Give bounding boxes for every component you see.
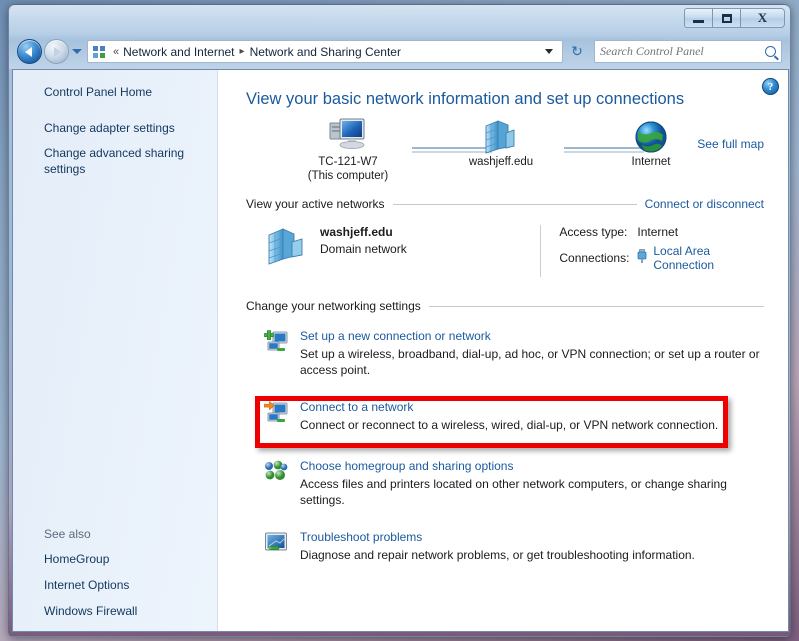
maximize-button[interactable] xyxy=(712,8,741,28)
detail-row-access-type: Access type: Internet xyxy=(559,225,764,239)
troubleshoot-icon xyxy=(264,530,290,563)
breadcrumb-dropdown-icon[interactable] xyxy=(545,49,553,54)
network-node-label: Internet xyxy=(631,156,671,168)
network-node-label: TC-121-W7 xyxy=(318,156,378,168)
breadcrumb-item-network-and-internet[interactable]: Network and Internet xyxy=(123,45,234,59)
main-content: ? View your basic network information an… xyxy=(218,70,788,631)
breadcrumb-item-network-and-sharing-center[interactable]: Network and Sharing Center xyxy=(250,45,401,59)
divider xyxy=(392,203,637,205)
active-network-icon xyxy=(264,225,308,277)
active-network-type: Domain network xyxy=(320,242,407,256)
sidebar: Control Panel Home Change adapter settin… xyxy=(13,70,218,631)
setting-title[interactable]: Troubleshoot problems xyxy=(300,530,695,544)
divider xyxy=(428,305,764,307)
active-networks-heading: View your active networks xyxy=(246,197,385,211)
homegroup-icon xyxy=(264,459,290,508)
network-node-sublabel: (This computer) xyxy=(307,170,389,182)
setting-description: Connect or reconnect to a wireless, wire… xyxy=(300,418,719,432)
back-button[interactable] xyxy=(17,39,42,64)
sidebar-item-change-adapter-settings[interactable]: Change adapter settings xyxy=(44,120,204,136)
forward-arrow-icon xyxy=(54,46,61,57)
active-networks-heading-row: View your active networks Connect or dis… xyxy=(246,197,764,211)
access-type-label: Access type: xyxy=(559,225,628,239)
globe-icon xyxy=(591,115,711,155)
breadcrumb-bar[interactable]: « Network and Internet ▸ Network and Sha… xyxy=(87,40,563,63)
setting-description: Set up a wireless, broadband, dial-up, a… xyxy=(300,347,760,377)
network-node-internet[interactable]: Internet xyxy=(591,115,711,169)
breadcrumb-separator-icon: ▸ xyxy=(239,46,245,57)
computer-icon xyxy=(288,115,408,155)
active-network-details: Access type: Internet Connections: Local… xyxy=(540,225,764,277)
setting-description: Access files and printers located on oth… xyxy=(300,477,727,507)
network-node-domain[interactable]: washjeff.edu xyxy=(441,115,561,169)
network-node-label: washjeff.edu xyxy=(468,156,534,168)
server-icon xyxy=(441,115,561,155)
local-area-connection-link[interactable]: Local Area Connection xyxy=(653,244,764,272)
setting-item-connect-to-a-network[interactable]: Connect to a network Connect or reconnec… xyxy=(246,400,764,433)
see-also-heading: See also xyxy=(44,527,91,541)
network-map: See full map TC-121-W7 (This computer) w… xyxy=(246,115,764,187)
window-controls: X xyxy=(684,8,785,28)
recent-pages-dropdown[interactable] xyxy=(72,49,82,54)
refresh-icon: ↻ xyxy=(571,43,583,59)
setting-item-set-up-new-connection[interactable]: Set up a new connection or network Set u… xyxy=(246,329,764,378)
networking-settings-heading-row: Change your networking settings xyxy=(246,299,764,313)
new-connection-icon xyxy=(264,329,290,378)
sidebar-item-internet-options[interactable]: Internet Options xyxy=(44,577,204,593)
setting-title[interactable]: Connect to a network xyxy=(300,400,718,414)
connections-label: Connections: xyxy=(559,251,630,265)
breadcrumb-overflow-chevron[interactable]: « xyxy=(113,46,119,58)
window-frame: X « Network and Internet ▸ Network and S… xyxy=(8,4,791,637)
close-button[interactable]: X xyxy=(740,8,785,28)
setting-item-choose-homegroup[interactable]: Choose homegroup and sharing options Acc… xyxy=(246,459,764,508)
setting-title[interactable]: Choose homegroup and sharing options xyxy=(300,459,764,473)
close-icon: X xyxy=(757,10,768,25)
sidebar-item-change-advanced-sharing-settings[interactable]: Change advanced sharing settings xyxy=(44,145,204,177)
search-icon xyxy=(765,46,776,57)
settings-list: Set up a new connection or network Set u… xyxy=(246,329,764,563)
networking-settings-heading: Change your networking settings xyxy=(246,299,421,313)
search-input[interactable] xyxy=(600,44,765,59)
search-box[interactable] xyxy=(594,40,782,63)
sidebar-item-control-panel-home[interactable]: Control Panel Home xyxy=(44,84,204,100)
active-network-row: washjeff.edu Domain network Access type:… xyxy=(246,225,764,277)
setting-title[interactable]: Set up a new connection or network xyxy=(300,329,764,343)
minimize-icon xyxy=(693,19,704,23)
help-icon[interactable]: ? xyxy=(762,78,779,95)
connect-network-icon xyxy=(263,400,290,433)
setting-description: Diagnose and repair network problems, or… xyxy=(300,548,695,562)
client-area: Control Panel Home Change adapter settin… xyxy=(12,69,789,632)
sidebar-item-homegroup[interactable]: HomeGroup xyxy=(44,551,204,567)
refresh-button[interactable]: ↻ xyxy=(565,40,589,63)
forward-button[interactable] xyxy=(44,39,69,64)
setting-item-troubleshoot-problems[interactable]: Troubleshoot problems Diagnose and repai… xyxy=(246,530,764,563)
back-arrow-icon xyxy=(25,46,32,57)
connect-or-disconnect-link[interactable]: Connect or disconnect xyxy=(645,197,764,211)
network-plug-icon xyxy=(637,249,647,267)
detail-row-connections: Connections: Local Area Connection xyxy=(559,244,764,272)
active-network-name: washjeff.edu xyxy=(320,225,393,239)
network-node-computer[interactable]: TC-121-W7 (This computer) xyxy=(288,115,408,183)
page-title: View your basic network information and … xyxy=(246,90,685,108)
address-bar: « Network and Internet ▸ Network and Sha… xyxy=(9,34,790,69)
see-also-section: See also HomeGroup Internet Options Wind… xyxy=(44,527,214,619)
minimize-button[interactable] xyxy=(684,8,713,28)
maximize-icon xyxy=(721,13,732,23)
title-bar: X xyxy=(9,5,790,34)
access-type-value: Internet xyxy=(637,225,679,239)
control-panel-icon xyxy=(92,44,108,60)
sidebar-item-windows-firewall[interactable]: Windows Firewall xyxy=(44,603,204,619)
